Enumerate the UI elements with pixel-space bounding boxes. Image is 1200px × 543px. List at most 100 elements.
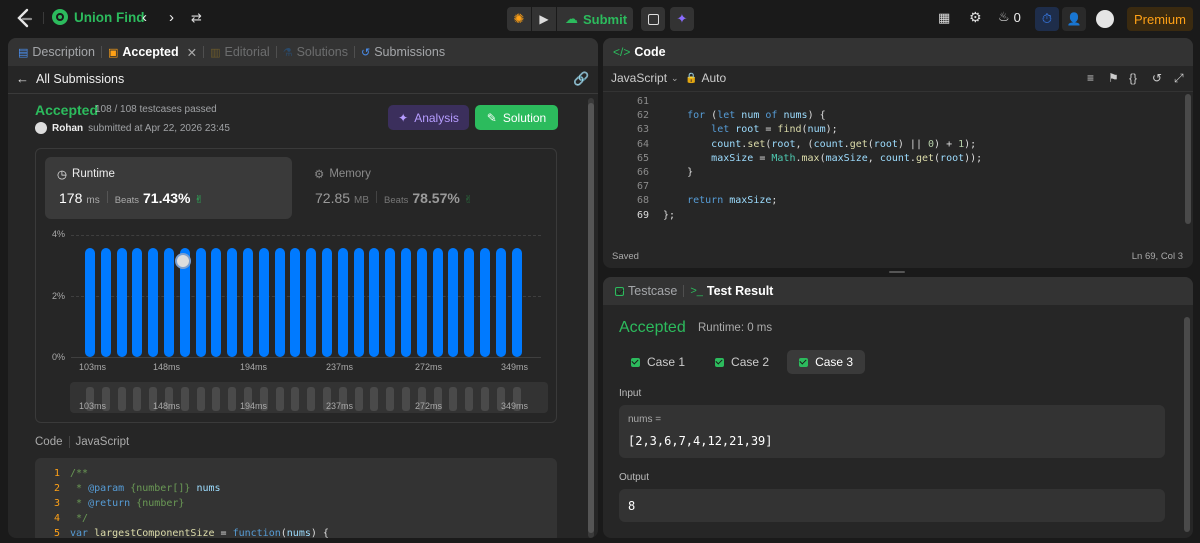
runtime-bar[interactable] bbox=[432, 248, 443, 357]
tab-code[interactable]: </> Code bbox=[607, 45, 672, 59]
tab-testcase[interactable]: Testcase bbox=[609, 284, 683, 298]
runtime-bar[interactable] bbox=[148, 248, 159, 357]
autocomplete-toggle[interactable]: 🔒 Auto bbox=[685, 71, 726, 85]
runtime-bar[interactable] bbox=[100, 248, 111, 357]
line-number: 66 bbox=[636, 167, 649, 178]
runtime-bar[interactable] bbox=[211, 248, 222, 357]
avatar[interactable] bbox=[1096, 10, 1114, 28]
user-avatar[interactable] bbox=[35, 122, 47, 134]
runtime-bar[interactable] bbox=[401, 248, 411, 357]
result-status: Accepted bbox=[619, 319, 686, 336]
submitted-code-block[interactable]: 1/** 2 * @param {number[]} nums 3 * @retur… bbox=[35, 458, 557, 538]
fullscreen-icon[interactable]: ⤢ bbox=[1174, 71, 1184, 86]
cursor-position: Ln 69, Col 3 bbox=[1131, 251, 1183, 262]
editor-code-line: 69}; bbox=[603, 209, 675, 223]
submit-button[interactable]: ☁ Submit bbox=[557, 7, 633, 31]
result-runtime: Runtime: 0 ms bbox=[698, 322, 773, 334]
editor-scrollbar-thumb[interactable] bbox=[1185, 94, 1191, 224]
solution-button[interactable]: ✎ Solution bbox=[475, 105, 558, 130]
leetcode-logo[interactable] bbox=[14, 8, 34, 28]
runtime-bar[interactable] bbox=[322, 248, 332, 357]
left-scrollbar-thumb[interactable] bbox=[588, 103, 594, 533]
analysis-button[interactable]: ✦ Analysis bbox=[388, 105, 469, 130]
run-button[interactable]: ▶ bbox=[532, 7, 556, 31]
case-label: Case 3 bbox=[815, 355, 854, 369]
runtime-bar[interactable] bbox=[337, 248, 348, 357]
settings-gear-icon[interactable]: ⚙ bbox=[969, 9, 982, 26]
reset-icon[interactable]: ↺ bbox=[1152, 71, 1162, 85]
tab-solutions[interactable]: ⚗ Solutions bbox=[277, 45, 354, 59]
timer-button[interactable]: ⏱ bbox=[1035, 7, 1059, 31]
runtime-bar[interactable] bbox=[448, 248, 459, 357]
runtime-bar[interactable] bbox=[369, 248, 380, 357]
runtime-bar[interactable] bbox=[116, 248, 127, 357]
user-marker-avatar[interactable] bbox=[174, 253, 191, 269]
runtime-bar[interactable] bbox=[416, 248, 427, 357]
runtime-bar[interactable] bbox=[227, 248, 238, 357]
line-number: 3 bbox=[53, 498, 60, 509]
case-3-tab[interactable]: Case 3 bbox=[787, 350, 866, 374]
share-link-icon[interactable]: 🔗 bbox=[573, 71, 589, 87]
code-editor[interactable]: 61 62 for (let num of nums) {63 let root … bbox=[603, 92, 1183, 242]
layout-icon[interactable]: ▦ bbox=[938, 10, 950, 26]
tab-description[interactable]: ▤ Description bbox=[12, 45, 101, 59]
bookmark-icon[interactable]: ⚑ bbox=[1108, 71, 1119, 85]
runtime-bar[interactable] bbox=[258, 248, 269, 357]
runtime-bar[interactable] bbox=[164, 248, 174, 357]
mini-bar bbox=[228, 387, 237, 411]
notes-button[interactable] bbox=[641, 7, 665, 31]
runtime-bar[interactable] bbox=[306, 248, 317, 357]
back-to-submissions[interactable]: ← All Submissions bbox=[16, 71, 124, 86]
mini-bar bbox=[307, 387, 316, 411]
case-1-tab[interactable]: Case 1 bbox=[619, 350, 697, 374]
resize-handle[interactable] bbox=[889, 271, 905, 273]
runtime-card[interactable]: ◷ Runtime 178 ms Beats 71.43% ✌ bbox=[45, 157, 292, 219]
memory-card[interactable]: ⚙ Memory 72.85 MB Beats 78.57% ✌ bbox=[302, 157, 549, 219]
streak-counter[interactable]: ♨ 0 bbox=[998, 9, 1021, 25]
prev-problem-icon[interactable]: ‹ bbox=[142, 9, 147, 26]
runtime-bar[interactable] bbox=[464, 248, 475, 357]
line-number: 65 bbox=[636, 152, 649, 164]
header-divider bbox=[8, 93, 598, 94]
result-scrollbar-thumb[interactable] bbox=[1184, 317, 1190, 532]
runtime-bar[interactable] bbox=[511, 248, 522, 357]
shuffle-icon[interactable]: ⇄ bbox=[191, 10, 202, 26]
x-tick-label: 103ms bbox=[79, 362, 107, 372]
line-text: let root = find(num); bbox=[711, 124, 838, 136]
description-icon: ▤ bbox=[18, 46, 29, 59]
tab-editorial[interactable]: ▥ Editorial bbox=[204, 45, 276, 59]
left-panel: ▤ Description ▣ Accepted ✕ ▥ Editorial ⚗… bbox=[8, 38, 598, 538]
braces-icon[interactable]: {} bbox=[1129, 71, 1137, 85]
ai-button[interactable]: ✦ bbox=[670, 7, 694, 31]
format-icon[interactable]: ≡ bbox=[1087, 71, 1094, 85]
problem-title-link[interactable]: Union Find bbox=[52, 9, 144, 25]
runtime-bar[interactable] bbox=[290, 248, 301, 357]
runtime-bar[interactable] bbox=[195, 248, 206, 357]
runtime-bar[interactable] bbox=[385, 248, 396, 357]
tab-label: Testcase bbox=[628, 284, 678, 298]
premium-button[interactable]: Premium bbox=[1127, 7, 1193, 31]
runtime-bar[interactable] bbox=[274, 248, 285, 357]
left-tab-bar: ▤ Description ▣ Accepted ✕ ▥ Editorial ⚗… bbox=[8, 38, 598, 66]
case-2-tab[interactable]: Case 2 bbox=[703, 350, 781, 374]
runtime-bar[interactable] bbox=[353, 248, 364, 357]
invite-button[interactable]: 👤 bbox=[1062, 7, 1086, 31]
runtime-bar[interactable] bbox=[243, 248, 253, 357]
tab-submissions[interactable]: ↺ Submissions bbox=[355, 45, 451, 59]
username[interactable]: Rohan bbox=[52, 123, 83, 134]
tab-test-result[interactable]: >_ Test Result bbox=[684, 284, 779, 298]
language-select[interactable]: JavaScript ⌄ bbox=[611, 71, 679, 85]
runtime-bar[interactable] bbox=[495, 248, 506, 357]
runtime-bar[interactable] bbox=[480, 248, 490, 357]
close-tab-icon[interactable]: ✕ bbox=[187, 45, 197, 60]
grid-line bbox=[71, 235, 541, 236]
next-problem-icon[interactable]: › bbox=[169, 9, 174, 26]
runtime-bar[interactable] bbox=[85, 248, 95, 357]
beats-hand-icon: ✌ bbox=[194, 194, 204, 206]
debug-button[interactable]: ✺ bbox=[507, 7, 531, 31]
tab-label: Description bbox=[32, 45, 95, 59]
line-text: */ bbox=[70, 513, 89, 524]
stopwatch-icon: ⏱ bbox=[1041, 11, 1053, 26]
tab-accepted[interactable]: ▣ Accepted ✕ bbox=[102, 45, 203, 60]
runtime-bar[interactable] bbox=[132, 248, 143, 357]
